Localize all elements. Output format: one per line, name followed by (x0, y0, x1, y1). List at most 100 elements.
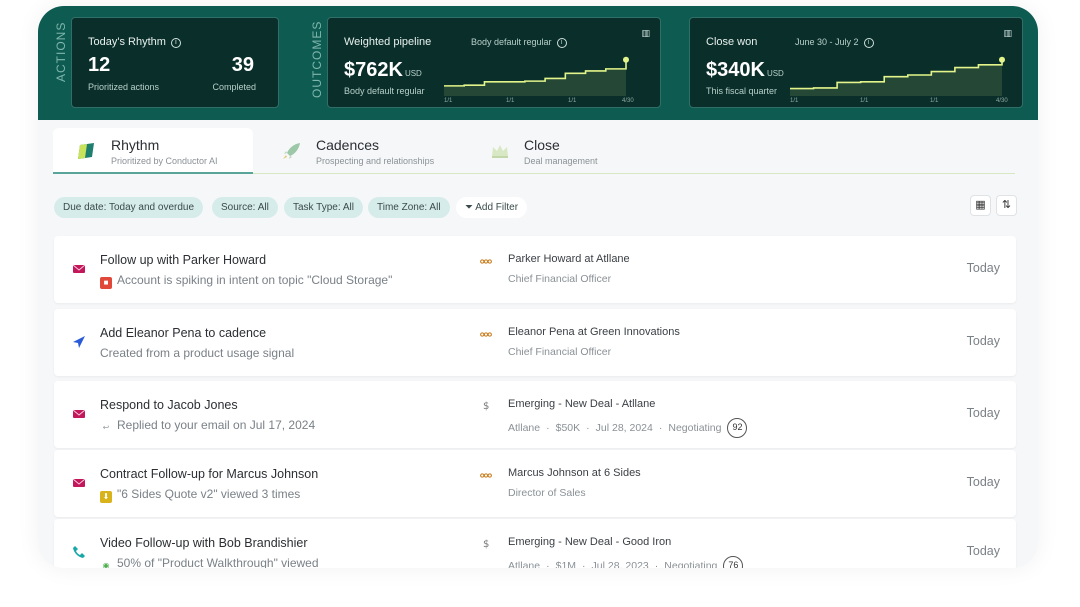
tab-label: Rhythm (111, 137, 160, 153)
contact-or-deal[interactable]: Marcus Johnson at 6 Sides (508, 467, 641, 479)
tick-label: 1/1 (444, 98, 453, 104)
task-subtitle: ⬇ "6 Sides Quote v2" viewed 3 times (100, 487, 300, 503)
separator: · (658, 421, 663, 434)
deal-score-badge: 92 (727, 418, 748, 438)
task-title[interactable]: Follow up with Parker Howard (100, 253, 266, 267)
date-range: June 30 - July 2 (795, 37, 859, 47)
task-row[interactable]: Add Eleanor Pena to cadence Created from … (54, 309, 1016, 376)
separator: · (654, 559, 659, 568)
metrics-header: ACTIONS OUTCOMES Today's Rhythm i 12 Prio… (38, 6, 1038, 120)
due-date: Today (966, 544, 1000, 558)
deal-details: Atllane · $50K · Jul 28, 2024 · Negotiating 92 (508, 418, 748, 438)
chart-icon[interactable]: ▥ (641, 28, 650, 39)
pipeline-sparkline (444, 56, 629, 96)
sort-button[interactable]: ⇅ (996, 195, 1017, 216)
tab-close[interactable]: Close Deal management (466, 128, 666, 174)
card-title: Today's Rhythm (88, 36, 166, 48)
card-title: Weighted pipeline (344, 36, 432, 48)
sparkline-area (444, 59, 626, 96)
persona-icon (480, 253, 492, 265)
separator: · (546, 421, 550, 434)
task-subtitle: ■ Account is spiking in intent on topic "… (100, 273, 392, 289)
task-subtitle: Created from a product usage signal (100, 346, 294, 360)
due-date: Today (966, 334, 1000, 348)
info-icon[interactable]: i (863, 38, 874, 48)
contact-or-deal[interactable]: Parker Howard at Atllane (508, 253, 630, 265)
close-won-card[interactable]: Close won June 30 - July 2 i ▥ $340K USD T… (689, 17, 1023, 108)
task-title[interactable]: Video Follow-up with Bob Brandishier (100, 536, 308, 550)
rhythm-icon (78, 143, 94, 159)
task-row[interactable]: Respond to Jacob Jones ↩ Replied to your e… (54, 381, 1016, 448)
task-subtitle: ◉ 50% of "Product Walkthrough" viewed (100, 556, 319, 568)
task-title[interactable]: Respond to Jacob Jones (100, 398, 238, 412)
tick-label: 1/1 (790, 98, 799, 104)
crown-icon (492, 145, 508, 158)
dollar-icon: $ (480, 536, 492, 550)
task-row[interactable]: Follow up with Parker Howard ■ Account is … (54, 236, 1016, 303)
sort-icon: ⇅ (1001, 199, 1012, 211)
separator: · (586, 421, 590, 434)
add-filter-button[interactable]: ⏷ Add Filter (456, 197, 528, 218)
deal-field: $1M (555, 559, 577, 568)
filter-time-zone[interactable]: Time Zone: All (368, 197, 450, 218)
filter-due-date[interactable]: Due date: Today and overdue (54, 197, 204, 218)
tick-label: 1/1 (506, 98, 515, 104)
contact-or-deal[interactable]: Emerging - New Deal - Good Iron (508, 536, 671, 548)
deal-field: Negotiating (668, 421, 722, 434)
persona-icon (480, 467, 492, 479)
completed-count: 39 (231, 54, 254, 76)
tick-label: 1/1 (568, 98, 577, 104)
task-subtitle-text: Created from a product usage signal (100, 346, 295, 360)
close-won-sub: This fiscal quarter (706, 86, 778, 96)
task-row[interactable]: Contract Follow-up for Marcus Johnson ⬇ "6… (54, 450, 1016, 517)
due-date: Today (966, 261, 1000, 275)
sparkline-end-point (623, 56, 629, 63)
contact-role: Chief Financial Officer (508, 273, 612, 285)
sparkline-end-point (999, 56, 1005, 63)
tick-label: 1/1 (930, 98, 939, 104)
close-won-unit: USD (766, 69, 784, 78)
separator: · (546, 559, 550, 568)
card-title: Close won (706, 36, 758, 48)
due-date: Today (966, 475, 1000, 489)
email-icon (72, 262, 86, 276)
reply-icon: ↩ (102, 423, 110, 432)
intent-icon: ■ (100, 277, 112, 289)
contact-or-deal[interactable]: Emerging - New Deal - Atllane (508, 398, 655, 410)
task-row[interactable]: Video Follow-up with Bob Brandishier ◉ 50%… (54, 519, 1016, 568)
email-icon (72, 407, 86, 421)
outcomes-section-label: OUTCOMES (310, 20, 324, 98)
tab-cadences[interactable]: Cadences Prospecting and relationships (258, 128, 458, 174)
pipeline-sub: Body default regular (344, 86, 425, 96)
weighted-pipeline-card[interactable]: Weighted pipeline Body default regular i … (327, 17, 661, 108)
deal-score-badge: 76 (723, 556, 744, 568)
grid-view-button[interactable]: ▦ (970, 195, 991, 216)
filter-icon: ⏷ (465, 202, 473, 213)
task-subtitle-text: "6 Sides Quote v2" viewed 3 times (117, 487, 301, 501)
phone-icon (72, 545, 86, 559)
tab-sublabel: Prioritized by Conductor AI (111, 156, 218, 166)
tab-label: Cadences (316, 137, 380, 153)
contact-role: Director of Sales (508, 487, 586, 499)
filter-task-type[interactable]: Task Type: All (284, 197, 363, 218)
chart-icon[interactable]: ▥ (1003, 28, 1012, 39)
task-subtitle: ↩ Replied to your email on Jul 17, 2024 (100, 418, 315, 434)
filter-source[interactable]: Source: All (212, 197, 278, 218)
info-icon[interactable]: i (170, 38, 181, 48)
task-title[interactable]: Contract Follow-up for Marcus Johnson (100, 467, 318, 481)
tick-label: 4/30 (622, 98, 634, 104)
deal-field: Atllane (508, 559, 541, 568)
actions-section-label: ACTIONS (54, 21, 68, 82)
video-icon: ◉ (102, 561, 110, 568)
tick-label: 4/30 (996, 98, 1008, 104)
due-date: Today (966, 406, 1000, 420)
add-filter-label: Add Filter (475, 202, 519, 213)
todays-rhythm-card[interactable]: Today's Rhythm i 12 Prioritized actions 3… (71, 17, 279, 108)
cadence-icon (72, 335, 86, 349)
tab-rhythm[interactable]: Rhythm Prioritized by Conductor AI (53, 128, 253, 174)
persona-icon (480, 326, 492, 338)
info-icon[interactable]: i (556, 38, 567, 48)
task-title[interactable]: Add Eleanor Pena to cadence (100, 326, 266, 340)
contact-or-deal[interactable]: Eleanor Pena at Green Innovations (508, 326, 680, 338)
deal-details: Atllane · $1M · Jul 28, 2023 · Negotiating 76 (508, 556, 744, 568)
